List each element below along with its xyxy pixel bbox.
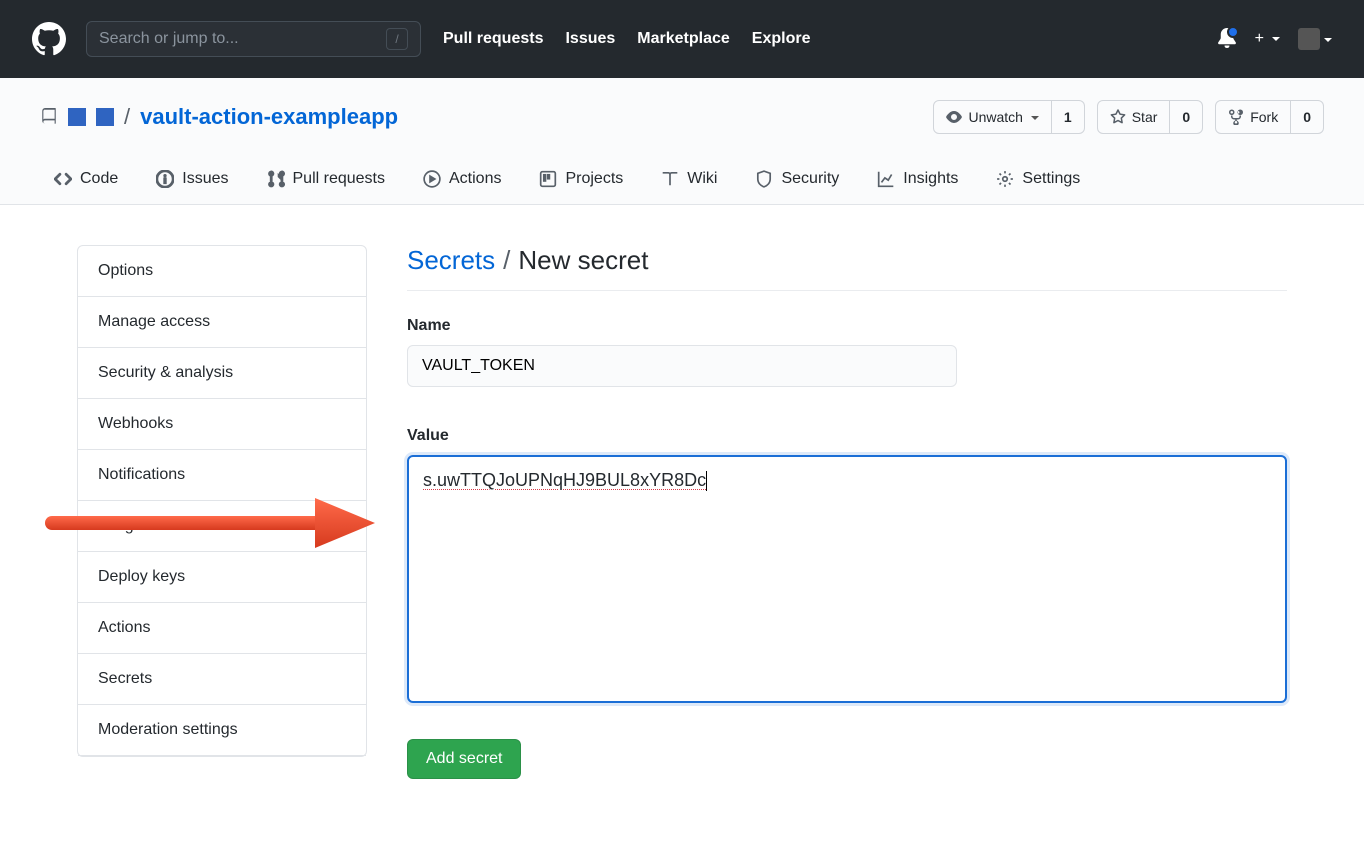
add-secret-button[interactable]: Add secret: [407, 739, 521, 779]
fork-button[interactable]: Fork: [1215, 100, 1291, 134]
sidebar-item-actions[interactable]: Actions: [78, 603, 366, 654]
stars-count[interactable]: 0: [1170, 100, 1203, 134]
tab-settings[interactable]: Settings: [982, 160, 1094, 204]
tab-actions[interactable]: Actions: [409, 160, 515, 204]
slash-key-icon: /: [386, 28, 408, 50]
tab-issues[interactable]: Issues: [142, 160, 242, 204]
name-label: Name: [407, 317, 1287, 335]
sidebar-item-integrations[interactable]: Integrations: [78, 501, 366, 552]
value-label: Value: [407, 427, 1287, 445]
notifications-icon[interactable]: [1217, 28, 1237, 51]
repo-tabs: Code Issues Pull requests Actions Projec…: [40, 160, 1324, 204]
fork-label: Fork: [1250, 109, 1278, 125]
sidebar-item-secrets[interactable]: Secrets: [78, 654, 366, 705]
watchers-count[interactable]: 1: [1052, 100, 1085, 134]
sidebar-item-deploy-keys[interactable]: Deploy keys: [78, 552, 366, 603]
star-label: Star: [1132, 109, 1158, 125]
tab-pull-requests[interactable]: Pull requests: [253, 160, 400, 204]
tab-wiki[interactable]: Wiki: [647, 160, 731, 204]
nav-issues[interactable]: Issues: [565, 30, 615, 48]
sidebar-item-moderation[interactable]: Moderation settings: [78, 705, 366, 756]
nav-explore[interactable]: Explore: [752, 30, 811, 48]
unwatch-button[interactable]: Unwatch: [933, 100, 1051, 134]
user-menu[interactable]: [1298, 28, 1332, 50]
breadcrumb-current: New secret: [518, 245, 648, 276]
tab-projects[interactable]: Projects: [525, 160, 637, 204]
secret-name-input[interactable]: [407, 345, 957, 387]
forks-count[interactable]: 0: [1291, 100, 1324, 134]
github-logo-icon[interactable]: [32, 22, 66, 56]
sidebar-item-security-analysis[interactable]: Security & analysis: [78, 348, 366, 399]
sidebar-item-notifications[interactable]: Notifications: [78, 450, 366, 501]
sidebar-item-options[interactable]: Options: [78, 246, 366, 297]
owner-avatar[interactable]: [96, 108, 114, 126]
page-title: Secrets / New secret: [407, 245, 1287, 291]
secret-value-textarea[interactable]: s.uwTTQJoUPNqHJ9BUL8xYR8Dc: [407, 455, 1287, 703]
global-header: Search or jump to... / Pull requests Iss…: [0, 0, 1364, 78]
repo-header: / vault-action-exampleapp Unwatch 1 Star…: [0, 78, 1364, 205]
settings-sidebar: Options Manage access Security & analysi…: [77, 245, 367, 757]
sidebar-item-manage-access[interactable]: Manage access: [78, 297, 366, 348]
repo-name-link[interactable]: vault-action-exampleapp: [140, 104, 398, 130]
breadcrumb-separator: /: [503, 245, 510, 276]
tab-insights[interactable]: Insights: [863, 160, 972, 204]
search-placeholder: Search or jump to...: [99, 30, 386, 48]
search-input[interactable]: Search or jump to... /: [86, 21, 421, 57]
nav-marketplace[interactable]: Marketplace: [637, 30, 730, 48]
owner-avatar[interactable]: [68, 108, 86, 126]
repo-icon: [40, 108, 58, 126]
star-button[interactable]: Star: [1097, 100, 1171, 134]
unwatch-label: Unwatch: [968, 109, 1022, 125]
tab-code[interactable]: Code: [40, 160, 132, 204]
breadcrumb-secrets[interactable]: Secrets: [407, 245, 495, 276]
avatar: [1298, 28, 1320, 50]
secret-value-text: s.uwTTQJoUPNqHJ9BUL8xYR8Dc: [423, 470, 706, 490]
create-new-dropdown[interactable]: +: [1255, 30, 1280, 48]
tab-security[interactable]: Security: [741, 160, 853, 204]
sidebar-item-webhooks[interactable]: Webhooks: [78, 399, 366, 450]
nav-pull-requests[interactable]: Pull requests: [443, 30, 543, 48]
repo-title: / vault-action-exampleapp: [40, 104, 398, 130]
main-content: Secrets / New secret Name Value s.uwTTQJ…: [407, 245, 1287, 779]
global-nav: Pull requests Issues Marketplace Explore: [443, 30, 810, 48]
